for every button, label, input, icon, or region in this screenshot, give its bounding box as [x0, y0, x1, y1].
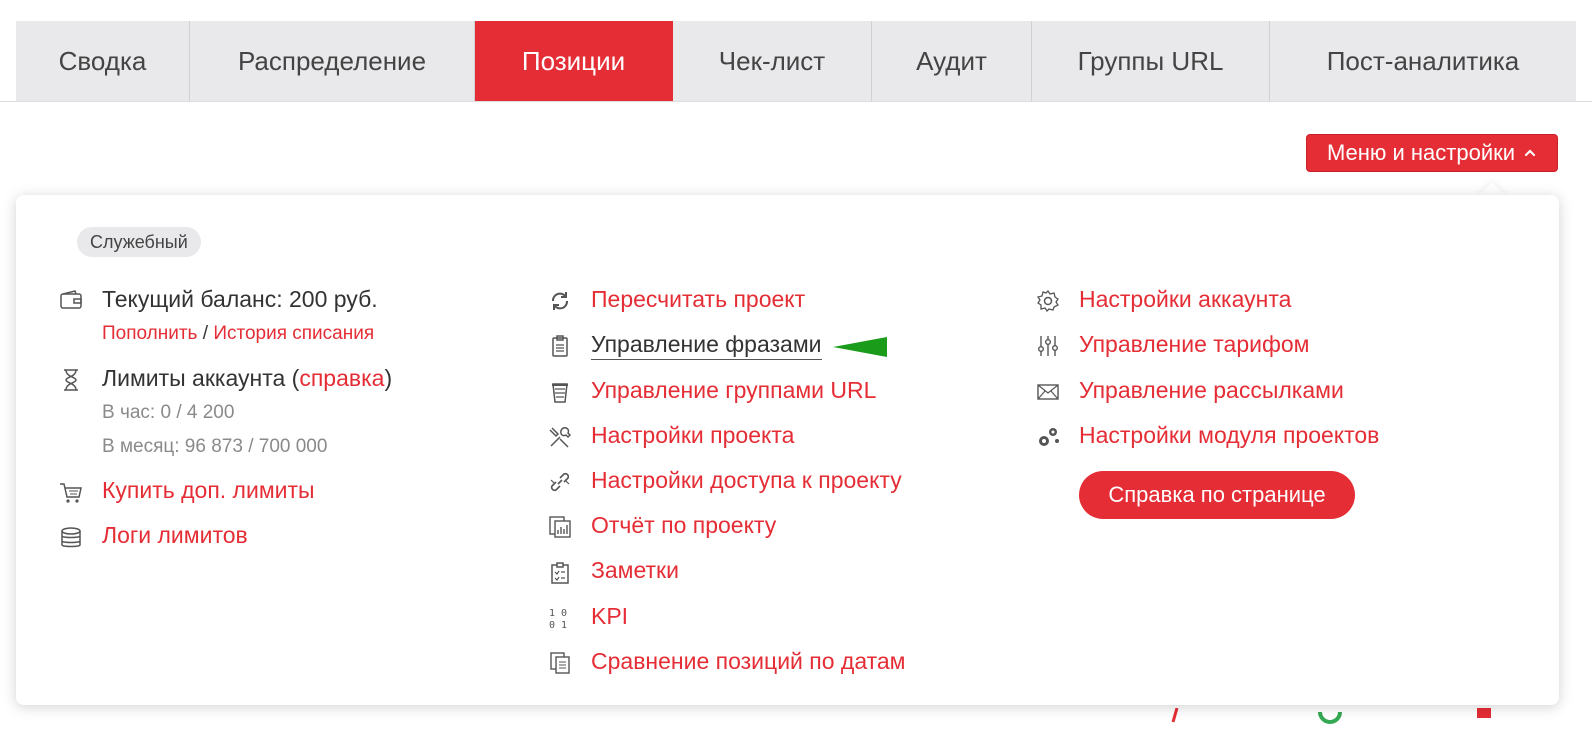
pointer-arrow-icon: [833, 336, 887, 358]
balance-links: Пополнить / История списания: [102, 323, 374, 345]
cart-icon: [58, 480, 84, 506]
tab-summary[interactable]: Сводка: [16, 21, 190, 102]
gear-icon: [1035, 288, 1061, 314]
topup-link[interactable]: Пополнить: [102, 323, 197, 345]
settings-dropdown-panel: Служебный Текущий баланс: 200 руб. Попол…: [16, 195, 1559, 705]
projects-module-settings-link[interactable]: Настройки модуля проектов: [1079, 422, 1379, 449]
service-badge: Служебный: [77, 227, 201, 257]
envelope-icon: [1035, 379, 1061, 405]
tools-icon: [547, 424, 573, 450]
balance-link-separator: /: [197, 323, 214, 344]
tab-bar: Сводка Распределение Позиции Чек-лист Ау…: [16, 21, 1576, 102]
sliders-icon: [1035, 333, 1061, 359]
cup-icon: [547, 379, 573, 405]
account-settings-link[interactable]: Настройки аккаунта: [1079, 286, 1291, 313]
dropdown-arrow: [1478, 182, 1506, 196]
chevron-up-icon: [1524, 149, 1536, 157]
clipboard-list-icon: [547, 333, 573, 359]
hourglass-icon: [58, 367, 84, 393]
manage-tariff-link[interactable]: Управление тарифом: [1079, 331, 1309, 358]
notes-link[interactable]: Заметки: [591, 557, 679, 584]
tab-checklist[interactable]: Чек-лист: [673, 21, 872, 102]
history-link[interactable]: История списания: [213, 323, 374, 345]
menu-settings-button[interactable]: Меню и настройки: [1306, 134, 1558, 172]
gears-icon: [1035, 424, 1061, 450]
link-icon: [547, 469, 573, 495]
tab-url-groups[interactable]: Группы URL: [1032, 21, 1270, 102]
project-access-link[interactable]: Настройки доступа к проекту: [591, 467, 902, 494]
manage-mailings-link[interactable]: Управление рассылками: [1079, 377, 1344, 404]
svg-text:1 0: 1 0: [549, 608, 567, 619]
limits-logs-link[interactable]: Логи лимитов: [102, 522, 248, 549]
recalc-project-link[interactable]: Пересчитать проект: [591, 286, 805, 313]
menu-settings-label: Меню и настройки: [1326, 140, 1516, 165]
tab-audit[interactable]: Аудит: [872, 21, 1032, 102]
svg-text:0 1: 0 1: [549, 620, 567, 630]
project-settings-link[interactable]: Настройки проекта: [591, 422, 794, 449]
mobile-icon: [1475, 708, 1493, 730]
tab-distribution[interactable]: Распределение: [190, 21, 475, 102]
report-icon: [547, 514, 573, 540]
binary-icon: 1 00 1: [547, 605, 573, 631]
copy-icon: [547, 650, 573, 676]
balance-text: Текущий баланс: 200 руб.: [102, 286, 378, 313]
tab-divider: [0, 101, 1592, 102]
limits-help-link[interactable]: справка: [299, 365, 384, 392]
tab-post-analytics[interactable]: Пост-аналитика: [1270, 21, 1576, 102]
limits-per-hour: В час: 0 / 4 200: [102, 402, 235, 423]
limits-label-close: ): [384, 365, 393, 391]
tab-positions[interactable]: Позиции: [475, 21, 673, 102]
refresh-icon: [547, 288, 573, 314]
google-icon: [1318, 708, 1342, 730]
checklist-icon: [547, 560, 573, 586]
limits-label: Лимиты аккаунта (: [102, 365, 300, 391]
page-help-button[interactable]: Справка по странице: [1079, 471, 1355, 519]
manage-phrases-label: Управление фразами: [591, 331, 822, 360]
project-report-link[interactable]: Отчёт по проекту: [591, 512, 776, 539]
manage-phrases-link[interactable]: Управление фразами: [591, 331, 822, 360]
limits-per-month: В месяц: 96 873 / 700 000: [102, 436, 328, 457]
buy-limits-link[interactable]: Купить доп. лимиты: [102, 477, 315, 504]
limits-text: Лимиты аккаунта (справка): [102, 365, 392, 392]
kpi-link[interactable]: KPI: [591, 603, 628, 630]
balance-label: Текущий баланс: 200 руб.: [102, 286, 378, 312]
compare-positions-link[interactable]: Сравнение позиций по датам: [591, 648, 906, 675]
manage-url-groups-link[interactable]: Управление группами URL: [591, 377, 876, 404]
database-icon: [58, 525, 84, 551]
wallet-icon: [58, 287, 84, 313]
yandex-icon: [1168, 707, 1186, 730]
